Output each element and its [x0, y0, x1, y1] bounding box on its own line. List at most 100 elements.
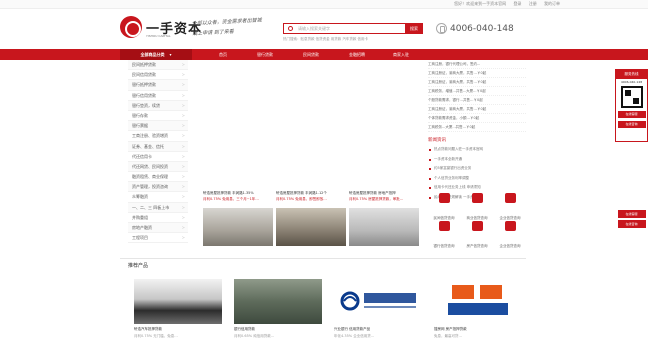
online-service-button[interactable]: 在线客服	[617, 210, 646, 218]
service-line[interactable]: 工商注册证，渝商大厦，共售…￥0起	[428, 105, 526, 114]
sidebar-item[interactable]: 并购重组	[128, 213, 188, 223]
product-image	[134, 279, 222, 324]
sidebar-item[interactable]: 银行存款	[128, 111, 188, 122]
sidebar-item[interactable]: 银行垫资，续贷	[128, 100, 188, 111]
product-image	[434, 279, 522, 324]
slogan: 全部以众者，资金需求者出智城 线上申请 到了来看	[192, 15, 273, 39]
featured-card[interactable]: 轩浩房屋抵押贷款 丰润路1.35% 月利0.75% 免用息，三个月~1年…	[203, 191, 273, 249]
nav-bank-loan[interactable]: 银行贷款	[243, 49, 287, 60]
my-order-link[interactable]: 我的订单	[544, 1, 560, 6]
product-title: 银行信用贷款	[234, 327, 255, 331]
card-sub: 月利0.75% 房屋抵押贷款，审批…	[349, 197, 404, 201]
search-input[interactable]: 请输入搜索关键字	[298, 26, 330, 32]
sidebar-item[interactable]: 一、二、三 四板上市	[128, 202, 188, 213]
featured-card[interactable]: 轩浩房屋抵押贷款 丰润路1.12个 月利0.75% 免用息，即签即放…	[276, 191, 346, 249]
quick-link[interactable]: 银行信贷查询	[428, 218, 460, 248]
online-consult-button[interactable]: 在线咨询	[617, 121, 646, 128]
float-phone: 4006-040-148	[620, 80, 643, 84]
sidebar-item[interactable]: 证券、基金、信托	[128, 141, 188, 152]
sidebar-item[interactable]: 资产管理，投资咨询	[128, 182, 188, 193]
news-item[interactable]: 约5家富豪银行出资业务	[428, 164, 526, 174]
industrial-bank-logo	[340, 291, 416, 311]
hot-words[interactable]: 热门搜索：贴息贷款 信贷资金 用贷款 汽车贷款 信用卡	[283, 37, 368, 42]
float-header: 服务热线	[616, 70, 647, 79]
card-image	[276, 208, 346, 246]
sidebar-item[interactable]: 代还网贷、民间投资	[128, 161, 188, 173]
search-icon	[288, 26, 293, 31]
banner[interactable]	[203, 60, 418, 185]
quick-link-label: 企业信贷查询	[499, 244, 521, 248]
service-line[interactable]: 个股贷款需求，银行…共售…￥0起	[428, 96, 526, 105]
welcome-text: 您好！欢迎来到一手资本官网	[454, 1, 507, 6]
quick-link[interactable]: 企业信贷查询	[494, 190, 526, 220]
sidebar-item[interactable]: 银行抵押贷款	[128, 80, 188, 91]
service-line[interactable]: 工商注册证，渝商大厦，共售…￥0起	[428, 69, 526, 78]
sidebar-item[interactable]: 代还信用卡	[128, 152, 188, 162]
register-link[interactable]: 注册	[529, 1, 537, 6]
quick-link-label: 房产信贷查询	[466, 244, 488, 248]
online-service-button[interactable]: 在线客服	[617, 111, 646, 118]
quick-link[interactable]: 商业信贷查询	[461, 190, 493, 220]
card-image	[349, 208, 419, 246]
product-sub: 月利0.65% 纯信用贷款…	[234, 334, 275, 338]
nav-all-categories[interactable]: 全部商品分类	[120, 49, 192, 60]
product-sub: 年化4.35% 企业信用贷…	[334, 334, 375, 338]
card-title: 轩浩房屋抵押贷款 丰润路1.35%	[203, 191, 254, 195]
logo-icon	[120, 16, 142, 38]
sidebar-item[interactable]: 银行信用贷款	[128, 91, 188, 101]
top-links: 您好！欢迎来到一手资本官网 登录 注册 我的订单	[448, 1, 560, 7]
sidebar-item[interactable]: 工商注册、验资增资	[128, 131, 188, 142]
sidebar-item[interactable]: 融资租赁、商业保理	[128, 172, 188, 183]
sidebar-item[interactable]: 民间抵押贷款	[128, 60, 188, 71]
card-image	[203, 208, 273, 246]
sidebar-item[interactable]: 房地产融资	[128, 223, 188, 234]
featured-card[interactable]: 轩浩房屋抵押贷款 房地产抵押 月利0.75% 房屋抵押贷款，审批…	[349, 191, 419, 249]
quick-link[interactable]: 房产信贷查询	[461, 218, 493, 248]
office-icon	[504, 221, 516, 231]
quick-link-label: 银行信贷查询	[433, 244, 455, 248]
shop-icon	[471, 193, 483, 203]
search-button[interactable]: 搜索	[405, 23, 423, 34]
product-card[interactable]: 搜房网 房产抵押贷款 免息，最高可贷…	[434, 279, 522, 347]
product-card[interactable]: 银行信用贷款 月利0.65% 纯信用贷款…	[234, 279, 322, 347]
document-icon	[438, 193, 450, 203]
sidebar-item[interactable]: 工程项目	[128, 233, 188, 244]
login-link[interactable]: 登录	[513, 1, 521, 6]
sidebar-item[interactable]: 银行票据	[128, 121, 188, 132]
service-line[interactable]: 个体贷款需求资金，小额…￥0起	[428, 114, 526, 123]
right-column: 工商注册，银行代理公司，签约... 工商注册证，渝商大厦，共售…￥0起 工商注册…	[428, 60, 526, 202]
main-nav: 全部商品分类 首页 银行贷款 民间贷款 金融招聘 商家入驻	[0, 49, 648, 60]
sidebar-item[interactable]: 众筹融资	[128, 192, 188, 203]
news-item[interactable]: 热点贷款问题入驻一手资本官网	[428, 145, 526, 155]
sidebar-item[interactable]: 民间信用贷款	[128, 70, 188, 81]
card-sub: 月利0.75% 免用息，即签即放…	[276, 197, 327, 201]
hotline-number: 4006-040-148	[450, 24, 514, 34]
service-line[interactable]: 工商税务，增值...共售...大厦...￥0起	[428, 87, 526, 96]
product-card[interactable]: 轩浩汽车抵押贷款 月利0.75% 无门槛，免息…	[134, 279, 222, 347]
hotline: 4006-040-148	[436, 23, 514, 35]
service-line[interactable]: 工商注册，银行代理公司，签约...	[428, 60, 526, 69]
top-bar: 您好！欢迎来到一手资本官网 登录 注册 我的订单	[0, 0, 648, 9]
news-item[interactable]: 个人信贷业务利率调整	[428, 174, 526, 184]
online-consult-button[interactable]: 在线咨询	[617, 220, 646, 228]
service-float-panel: 服务热线 4006-040-148 在线客服 在线咨询	[615, 69, 648, 142]
phone-icon	[436, 23, 447, 34]
search-box[interactable]: 请输入搜索关键字 搜索	[283, 23, 423, 34]
nav-private-loan[interactable]: 民间贷款	[287, 49, 335, 60]
service-line[interactable]: 工商税务...大厦...共售...￥0起	[428, 123, 526, 132]
quick-link[interactable]: 企业信贷查询	[494, 218, 526, 248]
qr-code	[620, 86, 643, 108]
building-icon	[504, 193, 516, 203]
news-item[interactable]: 一手资本全新开通	[428, 155, 526, 165]
logo-sub: YISHOU CAPITAL	[146, 34, 171, 38]
recommend-section: 推荐产品 轩浩汽车抵押贷款 月利0.75% 无门槛，免息… 银行信用贷款 月利0…	[120, 258, 526, 346]
nav-finance-jobs[interactable]: 金融招聘	[335, 49, 379, 60]
quick-link[interactable]: 民间信贷查询	[428, 190, 460, 220]
product-title: 兴业银行 信用贷款产品	[334, 327, 371, 331]
product-card[interactable]: 兴业银行 信用贷款产品 年化4.35% 企业信用贷…	[334, 279, 422, 347]
service-line[interactable]: 工商注册证，渝商大厦，共售…￥0起	[428, 78, 526, 87]
nav-home[interactable]: 首页	[203, 49, 243, 60]
product-sub: 月利0.75% 无门槛，免息…	[134, 334, 178, 338]
service-float-panel-2: 在线客服 在线咨询	[615, 208, 648, 236]
nav-merchant-join[interactable]: 商家入驻	[379, 49, 423, 60]
